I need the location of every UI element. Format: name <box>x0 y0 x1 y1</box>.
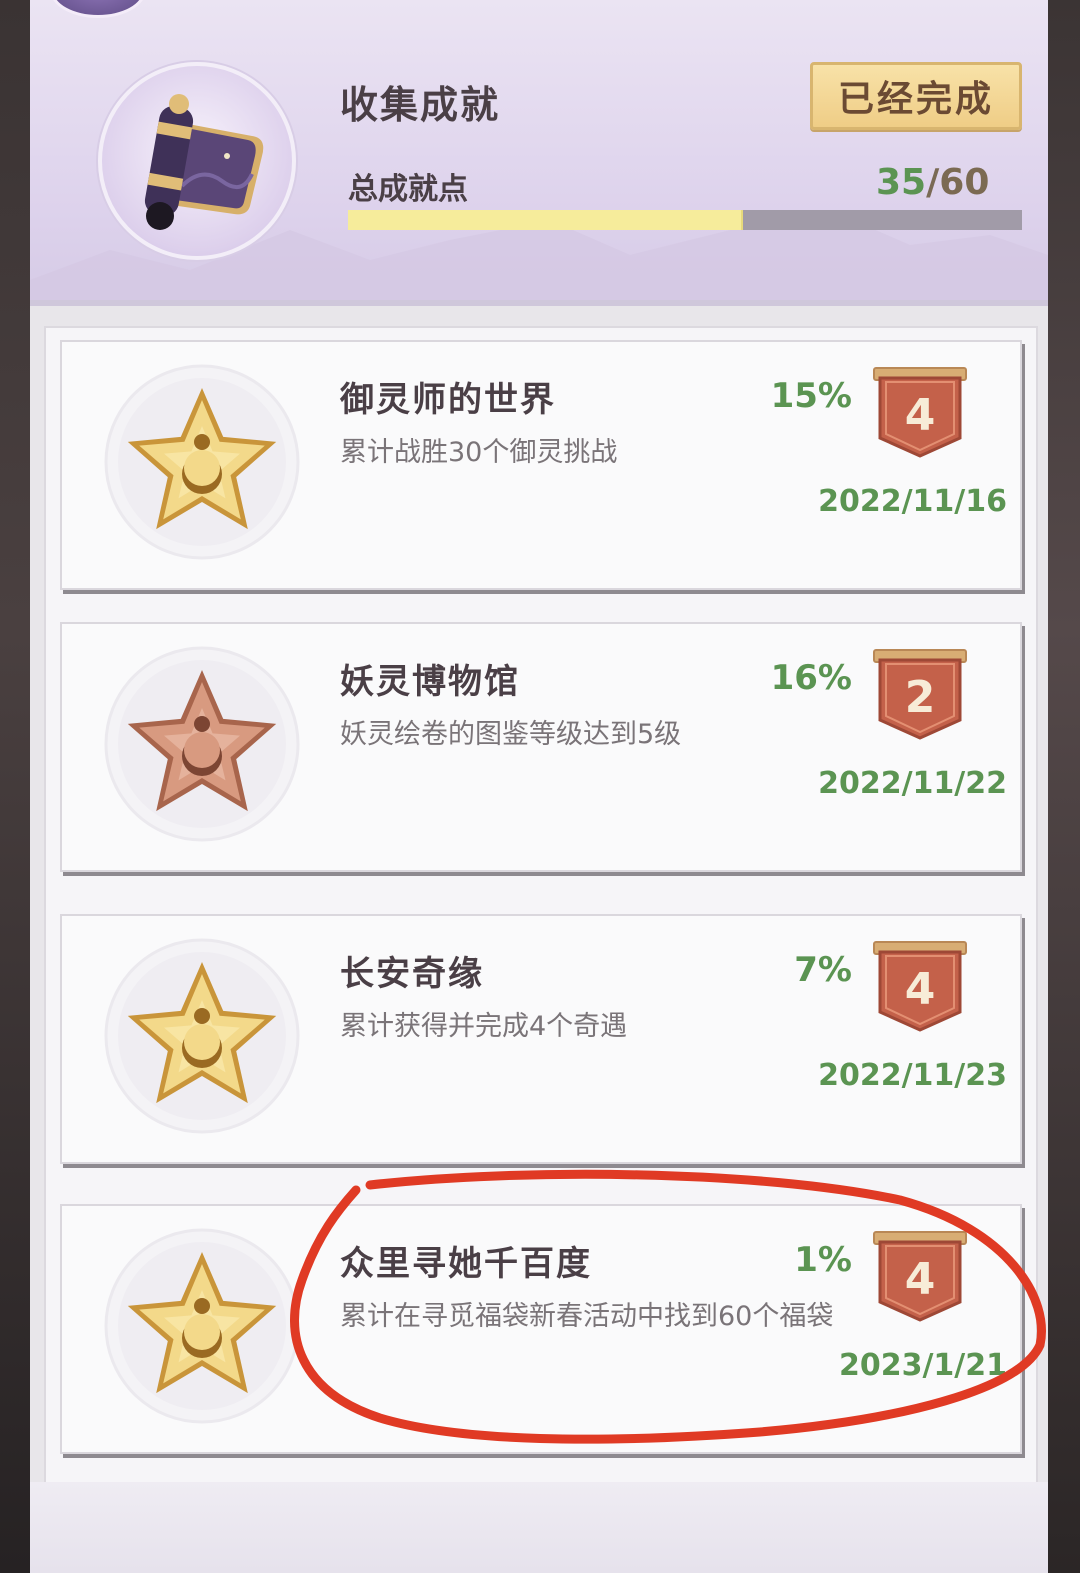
achievement-desc: 妖灵绘卷的图鉴等级达到5级 <box>340 719 682 750</box>
level-ribbon-icon: 4 <box>873 941 967 1032</box>
level-ribbon-icon: 4 <box>873 1231 967 1322</box>
total-points-count: 35/60 <box>876 162 989 203</box>
total-current: 35 <box>876 162 927 203</box>
total-max: 60 <box>939 162 990 203</box>
achievement-desc: 累计在寻觅福袋新春活动中找到60个福袋 <box>340 1301 834 1332</box>
bottom-decoration <box>30 1482 1048 1573</box>
achievement-desc: 累计战胜30个御灵挑战 <box>340 437 618 468</box>
achievement-name: 众里寻她千百度 <box>340 1244 592 1284</box>
page-title: 收集成就 <box>340 83 501 127</box>
star-medal-icon <box>104 938 300 1134</box>
achievement-name: 妖灵博物馆 <box>340 662 520 702</box>
star-medal-icon <box>104 1228 300 1424</box>
level-ribbon-icon: 2 <box>873 649 967 740</box>
achievement-name: 御灵师的世界 <box>340 380 556 420</box>
achievement-card[interactable]: 妖灵博物馆 妖灵绘卷的图鉴等级达到5级 16% 2 2022/11/22 <box>60 622 1022 872</box>
achievement-desc: 累计获得并完成4个奇遇 <box>340 1011 628 1042</box>
achievement-percent: 15% <box>770 376 852 416</box>
corner-ornament <box>50 0 146 18</box>
achievement-card[interactable]: 长安奇缘 累计获得并完成4个奇遇 7% 4 2022/11/23 <box>60 914 1022 1164</box>
completed-button[interactable]: 已经完成 <box>810 62 1022 130</box>
achievement-name: 长安奇缘 <box>340 954 484 994</box>
achievement-panel: 收集成就 已经完成 总成就点 35/60 御灵师的世界 累计战胜30个御灵挑战 … <box>30 0 1048 1573</box>
svg-text:4: 4 <box>905 964 936 1015</box>
achievement-date: 2023/1/21 <box>838 1348 1007 1383</box>
svg-text:2: 2 <box>905 672 936 723</box>
level-ribbon-icon: 4 <box>873 367 967 458</box>
achievement-card[interactable]: 众里寻她千百度 累计在寻觅福袋新春活动中找到60个福袋 1% 4 2023/1/… <box>60 1204 1022 1454</box>
achievement-date: 2022/11/16 <box>818 484 1007 519</box>
achievement-card[interactable]: 御灵师的世界 累计战胜30个御灵挑战 15% 4 2022/11/16 <box>60 340 1022 590</box>
star-medal-icon <box>104 364 300 560</box>
background-right <box>1048 0 1080 1573</box>
achievement-list[interactable]: 御灵师的世界 累计战胜30个御灵挑战 15% 4 2022/11/16 妖灵博物… <box>44 326 1038 1486</box>
scroll-icon <box>98 62 296 260</box>
total-progress-bar <box>348 210 1022 230</box>
achievement-percent: 7% <box>794 950 852 990</box>
total-points-label: 总成就点 <box>348 172 468 207</box>
svg-text:4: 4 <box>905 1254 936 1305</box>
achievement-header: 收集成就 已经完成 总成就点 35/60 <box>30 0 1048 306</box>
achievement-percent: 16% <box>770 658 852 698</box>
background-left <box>0 0 30 1573</box>
total-progress-fill <box>348 210 743 230</box>
svg-text:4: 4 <box>905 390 936 441</box>
total-separator: / <box>926 162 940 203</box>
star-medal-icon <box>104 646 300 842</box>
achievement-date: 2022/11/22 <box>818 766 1007 801</box>
achievement-percent: 1% <box>794 1240 852 1280</box>
achievement-date: 2022/11/23 <box>818 1058 1007 1093</box>
